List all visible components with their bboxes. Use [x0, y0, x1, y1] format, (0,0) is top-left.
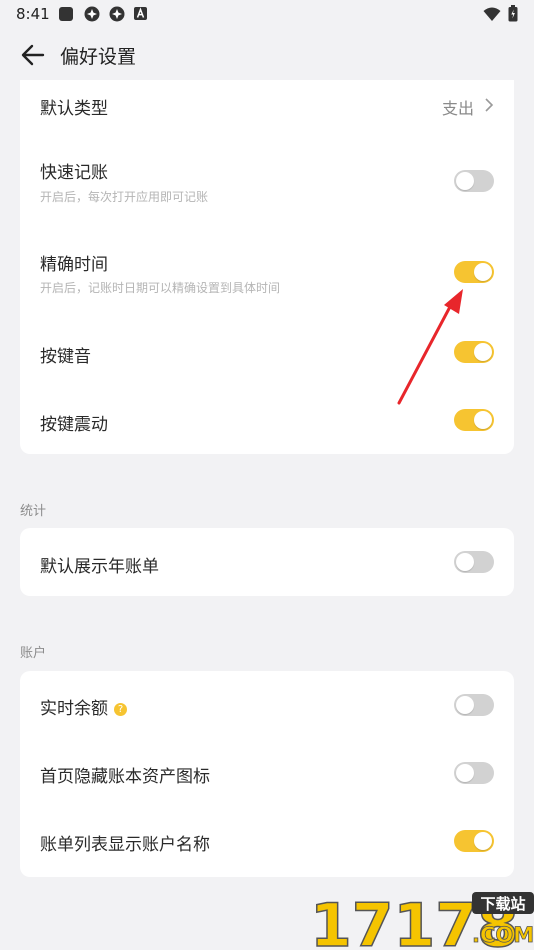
watermark-badge: 下载站 [480, 895, 525, 913]
quick-entry-label: 快速记账 [40, 163, 108, 183]
key-vibration-row: 按键震动 [20, 398, 514, 442]
key-sound-row: 按键音 [20, 330, 514, 374]
watermark-logo: 17178 下载站 .COM [308, 888, 534, 950]
key-vibration-label: 按键震动 [40, 415, 108, 435]
precise-time-row: 精确时间 开启后，记账时日期可以精确设置到具体时间 [20, 242, 514, 302]
account-section-header: 账户 [20, 646, 47, 661]
hide-asset-icon-label: 首页隐藏账本资产图标 [40, 767, 210, 787]
quick-entry-toggle[interactable] [454, 170, 494, 192]
annual-bill-toggle[interactable] [454, 551, 494, 573]
watermark-graphic: 17178 下载站 .COM [309, 890, 534, 950]
show-account-name-label: 账单列表显示账户名称 [40, 835, 210, 855]
wifi-icon [483, 7, 501, 21]
hide-asset-icon-toggle[interactable] [454, 762, 494, 784]
battery-icon [508, 5, 518, 22]
default-type-row[interactable]: 默认类型 支出 [20, 80, 514, 130]
help-icon[interactable]: ? [114, 703, 127, 716]
quick-entry-description: 开启后，每次打开应用即可记账 [40, 190, 209, 204]
general-settings-card: 默认类型 支出 快速记账 开启后，每次打开应用即可记账 精确时间 开启后，记账时… [20, 80, 514, 454]
watermark-domain: .COM [472, 923, 534, 947]
pinwheel-icon [84, 6, 100, 22]
app-square-icon [59, 7, 73, 21]
toggle-knob [474, 263, 492, 281]
precise-time-description: 开启后，记账时日期可以精确设置到具体时间 [40, 281, 281, 295]
status-time: 8:41 [16, 5, 50, 23]
app-bar: 偏好设置 [0, 30, 534, 80]
realtime-balance-row: 实时余额? [20, 671, 514, 739]
key-sound-toggle[interactable] [454, 341, 494, 363]
toggle-knob [456, 696, 474, 714]
chevron-right-icon [485, 98, 494, 112]
annual-bill-label: 默认展示年账单 [40, 557, 159, 577]
toggle-knob [474, 411, 492, 429]
realtime-balance-label: 实时余额? [40, 694, 127, 719]
realtime-balance-toggle[interactable] [454, 694, 494, 716]
account-card: 实时余额? 首页隐藏账本资产图标 账单列表显示账户名称 [20, 671, 514, 877]
stats-card: 默认展示年账单 [20, 528, 514, 596]
toggle-knob [456, 172, 474, 190]
precise-time-label: 精确时间 [40, 255, 108, 275]
stats-section-header: 统计 [20, 504, 47, 519]
default-type-label: 默认类型 [40, 99, 108, 119]
toggle-knob [456, 764, 474, 782]
page-title: 偏好设置 [60, 46, 137, 68]
show-account-name-row: 账单列表显示账户名称 [20, 807, 514, 875]
toggle-knob [474, 343, 492, 361]
quick-entry-row: 快速记账 开启后，每次打开应用即可记账 [20, 150, 514, 210]
key-sound-label: 按键音 [40, 347, 91, 367]
hide-asset-icon-row: 首页隐藏账本资产图标 [20, 739, 514, 807]
show-account-name-toggle[interactable] [454, 830, 494, 852]
default-type-value: 支出 [441, 99, 474, 118]
toggle-knob [456, 553, 474, 571]
status-bar: 8:41 [0, 0, 534, 30]
pinwheel-icon [109, 6, 125, 22]
letter-a-icon [134, 7, 147, 20]
key-vibration-toggle[interactable] [454, 409, 494, 431]
precise-time-toggle[interactable] [454, 261, 494, 283]
toggle-knob [474, 832, 492, 850]
realtime-balance-text: 实时余额 [40, 699, 108, 719]
back-arrow-icon[interactable] [20, 42, 46, 68]
annual-bill-row: 默认展示年账单 [20, 528, 514, 596]
